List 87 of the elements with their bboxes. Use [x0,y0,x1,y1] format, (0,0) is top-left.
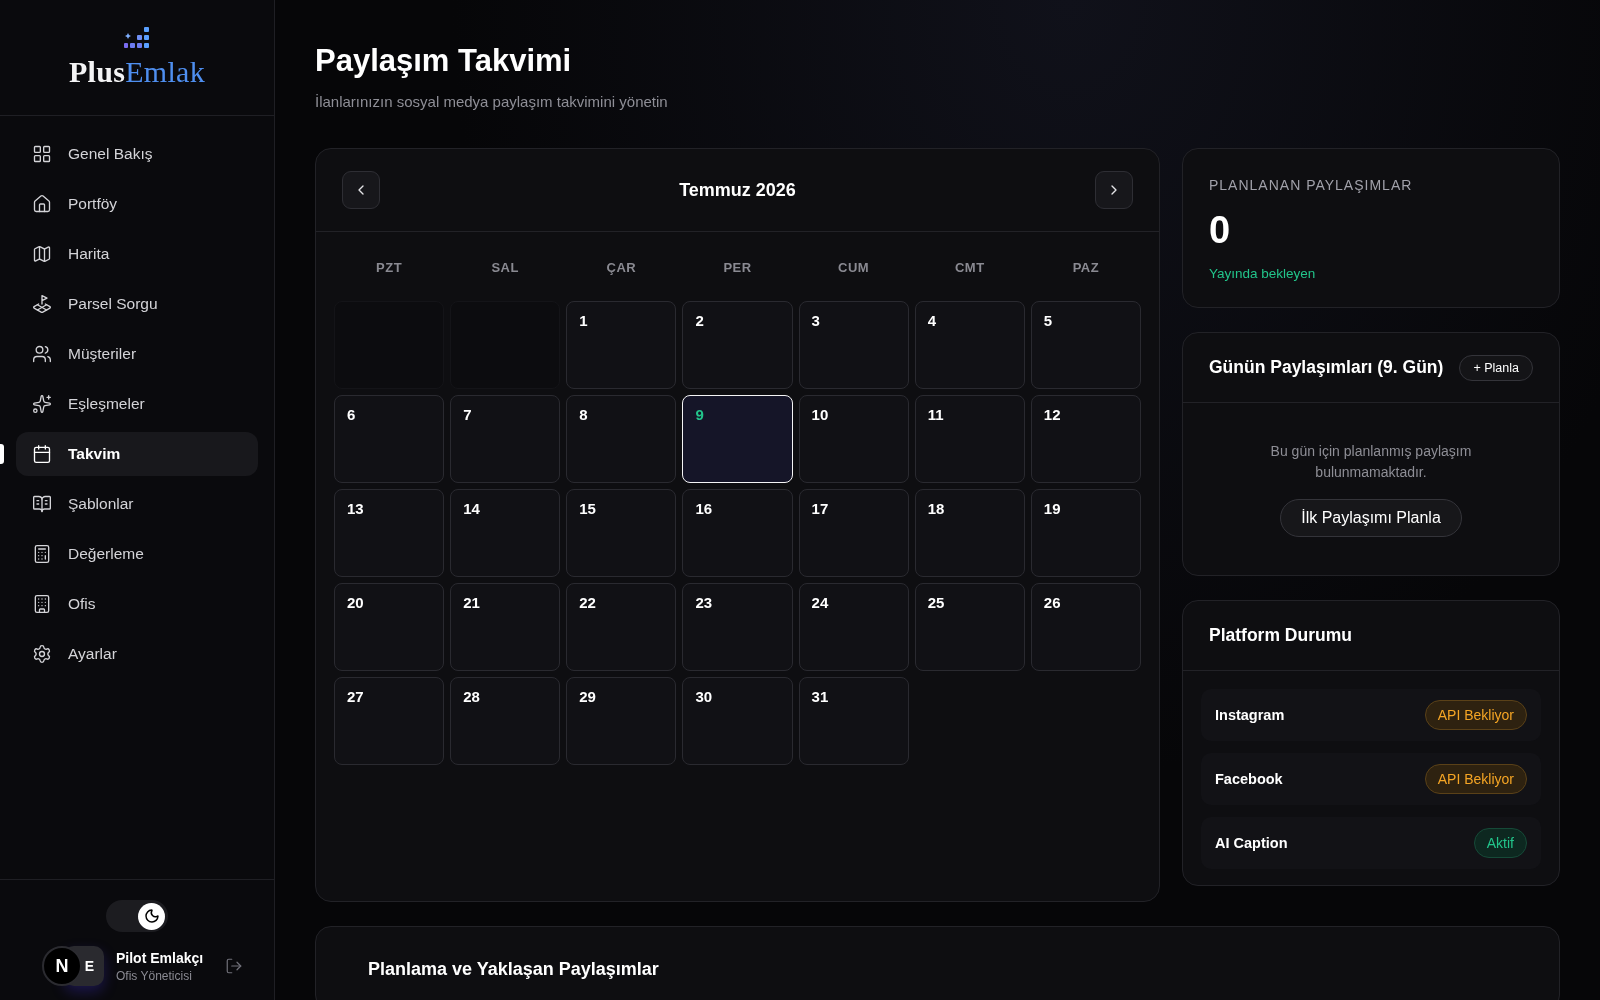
sidebar-item[interactable]: Şablonlar [16,482,258,526]
card-title: Platform Durumu [1209,625,1352,646]
status-badge: API Bekliyor [1424,764,1527,794]
empty-message: Bu gün için planlanmış paylaşım bulunmamaktadır. [1269,442,1473,482]
logout-icon [225,957,244,975]
day-cell[interactable]: 14 [450,489,561,577]
day-cell[interactable]: 6 [334,395,445,483]
day-cell[interactable]: 12 [1030,395,1141,483]
weekday-label: CMT [953,259,986,277]
weekday-label: SAL [490,259,520,277]
user-name: Pilot Emlakçı [116,949,204,966]
card-title: Planlama ve Yaklaşan Paylaşımlar [368,959,660,980]
house-icon [32,194,52,214]
day-cell[interactable]: 9 [682,395,793,483]
day-cell[interactable]: 4 [914,301,1025,389]
sidebar-item[interactable]: Parsel Sorgu [16,282,258,326]
sidebar-item[interactable]: Ofis [16,582,258,626]
logout-button[interactable] [225,957,244,975]
platform-name: Facebook [1215,771,1283,787]
day-cell[interactable]: 17 [798,489,909,577]
land-plot-icon [32,294,52,314]
map-icon [32,244,52,264]
schedule-first-post-button[interactable]: İlk Paylaşımı Planla [1280,499,1462,537]
day-cell[interactable]: 18 [914,489,1025,577]
stat-label: PLANLANAN PAYLAŞIMLAR [1209,177,1414,193]
day-cell[interactable]: 26 [1030,583,1141,671]
moon-icon [143,908,160,924]
day-cell[interactable]: 16 [682,489,793,577]
day-cell[interactable]: 20 [334,583,445,671]
day-cell[interactable]: 7 [450,395,561,483]
sidebar-item[interactable]: Müşteriler [16,332,258,376]
user-role: Ofis Yöneticisi [116,968,193,983]
sidebar-item[interactable]: Genel Bakış [16,132,258,176]
platform-name: Instagram [1215,707,1285,723]
day-cell[interactable]: 13 [334,489,445,577]
day-cell[interactable]: 8 [566,395,677,483]
day-cell[interactable]: 15 [566,489,677,577]
sidebar-item[interactable]: Eşleşmeler [16,382,258,426]
weekday-label: PER [722,259,753,277]
day-cell[interactable]: 28 [450,677,561,765]
day-cell[interactable]: 3 [798,301,909,389]
platform-name: AI Caption [1215,835,1288,851]
page-subtitle: İlanlarınızın sosyal medya paylaşım takvimini yönetin [315,93,669,110]
day-cell[interactable]: 5 [1030,301,1141,389]
sidebar-item[interactable]: Değerleme [16,532,258,576]
logo-text: PlusEmlak [68,54,205,89]
calendar-icon [32,444,52,464]
day-cell[interactable]: 11 [914,395,1025,483]
day-cell[interactable]: 23 [682,583,793,671]
weekday-label: PZT [375,259,404,277]
active-indicator [0,444,4,464]
plan-button[interactable]: + Planla [1459,354,1533,381]
stat-value: 0 [1209,209,1232,252]
day-cell[interactable]: 30 [682,677,793,765]
day-cell[interactable]: 19 [1030,489,1141,577]
weekday-label: ÇAR [605,259,638,277]
day-cell[interactable]: 1 [566,301,677,389]
settings-icon [32,644,52,664]
day-cell[interactable]: 31 [798,677,909,765]
day-cell[interactable]: 22 [566,583,677,671]
day-cell[interactable]: 2 [682,301,793,389]
users-icon [32,344,52,364]
day-cell[interactable]: 21 [450,583,561,671]
calculator-icon [32,544,52,564]
sparkles-icon [32,394,52,414]
theme-toggle[interactable] [106,900,168,932]
page-title: Paylaşım Takvimi [315,43,573,79]
building-icon [32,594,52,614]
status-badge: API Bekliyor [1424,700,1527,730]
day-cell[interactable]: 24 [798,583,909,671]
day-cell[interactable]: 29 [566,677,677,765]
status-badge: Aktif [1473,828,1527,858]
month-title: Temmuz 2026 [679,179,796,201]
sidebar-item[interactable]: Ayarlar [16,632,258,676]
dev-badge[interactable]: N [42,946,82,986]
stat-note: Yayında bekleyen [1209,266,1317,281]
grid-icon [32,144,52,164]
weekday-label: PAZ [1071,259,1101,277]
book-icon [32,494,52,514]
weekday-label: CUM [837,259,871,277]
sidebar-item[interactable]: Portföy [16,182,258,226]
logo-icon [124,26,150,51]
sidebar-item[interactable]: Harita [16,232,258,276]
day-cell[interactable]: 27 [334,677,445,765]
day-cell[interactable]: 10 [798,395,909,483]
day-cell[interactable]: 25 [914,583,1025,671]
card-title: Günün Paylaşımları (9. Gün) [1209,357,1444,378]
